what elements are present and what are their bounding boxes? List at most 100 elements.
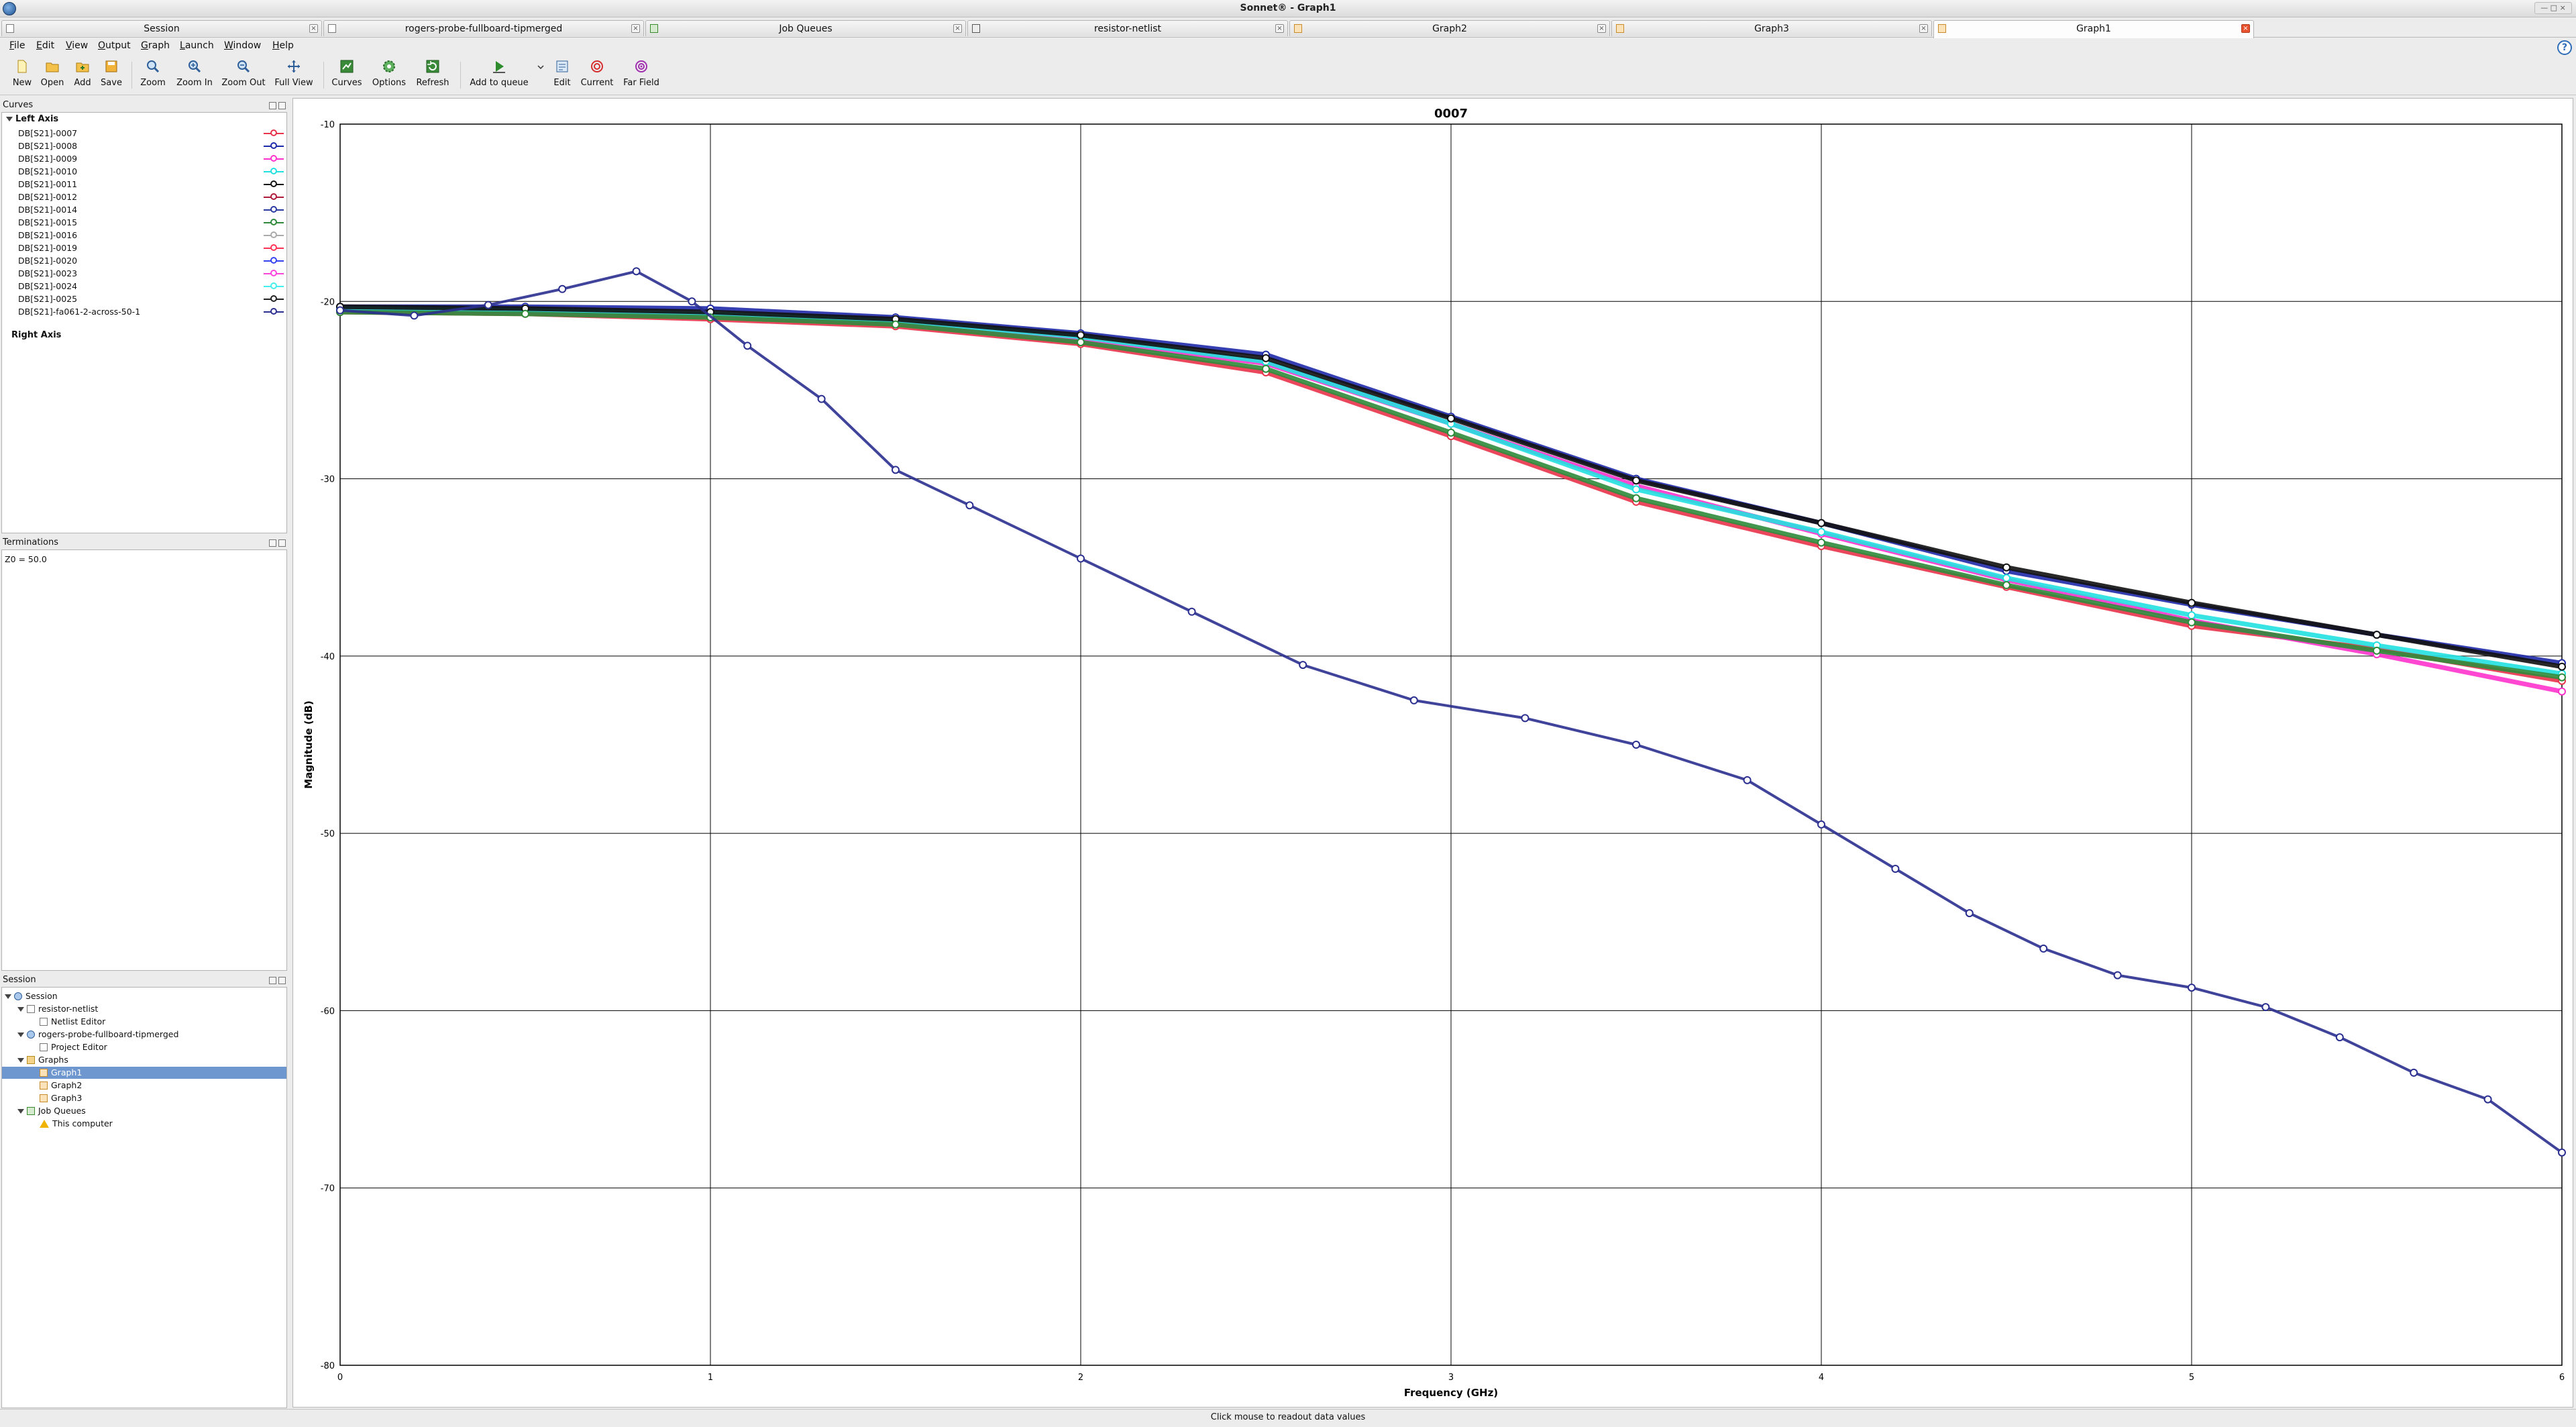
data-point[interactable]	[2002, 581, 2010, 590]
close-icon[interactable]: ×	[1919, 24, 1928, 33]
data-point[interactable]	[1632, 485, 1640, 494]
zoom-button[interactable]: Zoom	[138, 59, 168, 94]
session-tree-item[interactable]: Session	[2, 990, 286, 1002]
data-point[interactable]	[1262, 364, 1270, 373]
data-point[interactable]	[817, 394, 826, 403]
session-tree-item[interactable]: Job Queues	[2, 1105, 286, 1117]
tab-project[interactable]: rogers-probe-fullboard-tipmerged ×	[323, 20, 644, 36]
data-point[interactable]	[1743, 776, 1752, 784]
data-point[interactable]	[2261, 1003, 2270, 1012]
options-button[interactable]: Options	[370, 59, 408, 94]
session-tree-item[interactable]: Netlist Editor	[2, 1016, 286, 1028]
data-point[interactable]	[1965, 909, 1974, 918]
menu-window[interactable]: Window	[224, 40, 261, 51]
tab-resistor-netlist[interactable]: resistor-netlist ×	[967, 20, 1288, 36]
left-axis-group[interactable]: Left Axis	[6, 114, 58, 124]
session-tree-item[interactable]: Graph1	[2, 1067, 286, 1079]
tab-graph2[interactable]: Graph2 ×	[1289, 20, 1610, 36]
data-point[interactable]	[892, 320, 900, 329]
data-point[interactable]	[1187, 607, 1196, 616]
data-point[interactable]	[1447, 428, 1455, 437]
curve-item[interactable]: DB[S21]-0015	[18, 217, 286, 229]
restore-icon[interactable]	[269, 102, 276, 109]
menu-output[interactable]: Output	[98, 40, 131, 51]
menu-help[interactable]: Help	[272, 40, 294, 51]
data-point[interactable]	[965, 501, 974, 510]
data-point[interactable]	[1409, 696, 1418, 704]
graph-canvas[interactable]: 0 1 2 3 4 5 6 -10 -20 -30 -40 -50 -60 -70 -80 0007 Frequ…	[292, 98, 2573, 1408]
edit-button[interactable]: Edit	[550, 59, 574, 94]
new-button[interactable]: New	[11, 59, 34, 94]
queue-dropdown-button[interactable]	[535, 59, 546, 94]
data-point[interactable]	[2188, 611, 2196, 620]
add-button[interactable]: Add	[71, 59, 94, 94]
restore-icon[interactable]	[269, 539, 276, 547]
curve-item[interactable]: DB[S21]-0007	[18, 127, 286, 140]
close-icon[interactable]	[278, 102, 286, 109]
data-point[interactable]	[1262, 354, 1270, 362]
session-tree-item[interactable]: Graphs	[2, 1054, 286, 1066]
add-to-queue-button[interactable]: Add to queue	[467, 59, 531, 94]
close-icon[interactable]: ×	[2241, 24, 2250, 33]
menu-view[interactable]: View	[66, 40, 88, 51]
menu-file[interactable]: File	[9, 40, 25, 51]
open-button[interactable]: Open	[39, 59, 66, 94]
full-view-button[interactable]: Full View	[272, 59, 315, 94]
curve-item[interactable]: DB[S21]-0011	[18, 178, 286, 191]
tab-graph1[interactable]: Graph1 ×	[1933, 20, 2254, 38]
curve-item[interactable]: DB[S21]-0012	[18, 191, 286, 203]
chevron-down-icon[interactable]	[17, 1033, 24, 1037]
data-point[interactable]	[743, 341, 752, 350]
data-point[interactable]	[688, 297, 696, 306]
zoom-in-button[interactable]: Zoom In	[174, 59, 215, 94]
data-point[interactable]	[2039, 944, 2048, 953]
session-tree-item[interactable]: Project Editor	[2, 1041, 286, 1053]
chevron-down-icon[interactable]	[5, 994, 11, 999]
data-point[interactable]	[2483, 1095, 2492, 1104]
refresh-button[interactable]: Refresh	[413, 59, 452, 94]
close-icon[interactable]: ×	[1275, 24, 1284, 33]
data-point[interactable]	[1817, 820, 1825, 829]
data-point[interactable]	[2558, 1148, 2566, 1157]
s21-magnitude-plot[interactable]: 0 1 2 3 4 5 6 -10 -20 -30 -40 -50 -60 -70 -80 0007 Frequ…	[293, 99, 2574, 1408]
current-button[interactable]: Current	[578, 59, 616, 94]
data-point[interactable]	[1077, 554, 1085, 563]
data-point[interactable]	[2002, 574, 2010, 582]
close-icon[interactable]	[278, 539, 286, 547]
session-tree-item[interactable]: Graph3	[2, 1092, 286, 1104]
curve-item[interactable]: DB[S21]-0019	[18, 242, 286, 254]
data-point[interactable]	[2188, 598, 2196, 607]
data-point[interactable]	[1077, 338, 1085, 347]
curve-item[interactable]: DB[S21]-0025	[18, 293, 286, 305]
data-point[interactable]	[2558, 662, 2566, 671]
curve-item[interactable]: DB[S21]-0016	[18, 229, 286, 242]
chevron-down-icon[interactable]	[17, 1109, 24, 1114]
data-point[interactable]	[1632, 476, 1640, 485]
curve-item[interactable]: DB[S21]-0014	[18, 204, 286, 216]
data-point[interactable]	[632, 267, 641, 276]
data-point[interactable]	[1817, 527, 1825, 536]
data-point[interactable]	[2558, 687, 2566, 696]
data-point[interactable]	[484, 301, 492, 309]
data-point[interactable]	[1521, 714, 1529, 723]
chevron-down-icon[interactable]	[6, 117, 13, 121]
data-point[interactable]	[2410, 1068, 2418, 1077]
data-point[interactable]	[410, 311, 419, 320]
curve-item[interactable]: DB[S21]-0020	[18, 255, 286, 267]
data-point[interactable]	[2373, 631, 2381, 639]
session-tree-item[interactable]: resistor-netlist	[2, 1003, 286, 1015]
data-point[interactable]	[892, 466, 900, 474]
data-point[interactable]	[558, 284, 567, 293]
chevron-down-icon[interactable]	[17, 1058, 24, 1063]
curve-item[interactable]: DB[S21]-0010	[18, 166, 286, 178]
close-icon[interactable]: ×	[953, 24, 962, 33]
data-point[interactable]	[1891, 865, 1900, 873]
close-icon[interactable]: ×	[1597, 24, 1606, 33]
close-icon[interactable]: ×	[309, 24, 318, 33]
data-point[interactable]	[2373, 646, 2381, 655]
data-point[interactable]	[336, 306, 344, 315]
curve-item[interactable]: DB[S21]-0008	[18, 140, 286, 152]
curve-item[interactable]: DB[S21]-0009	[18, 153, 286, 165]
menu-graph[interactable]: Graph	[141, 40, 170, 51]
session-tree-item[interactable]: Graph2	[2, 1079, 286, 1092]
